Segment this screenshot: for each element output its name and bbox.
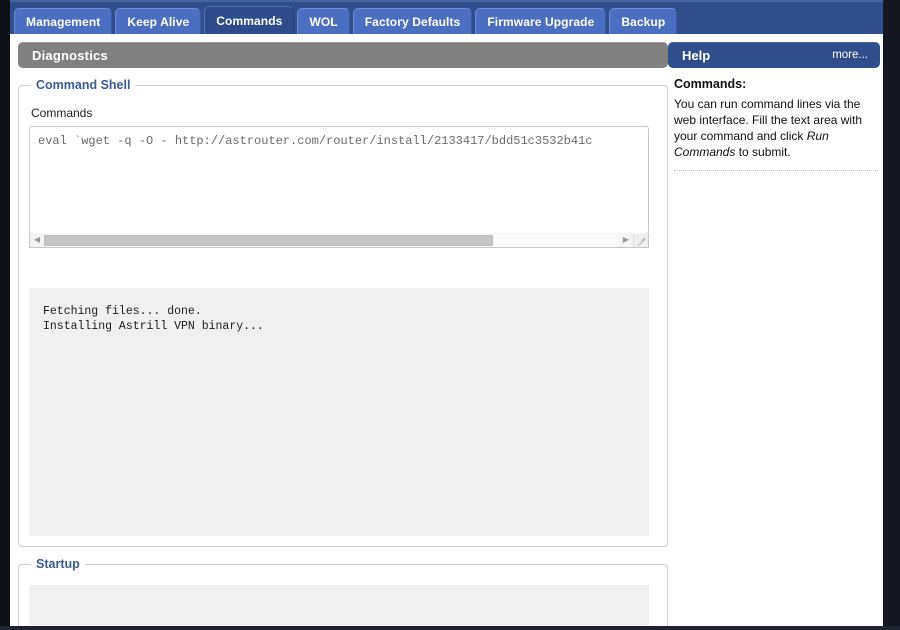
tab-label: Firmware Upgrade — [487, 14, 595, 29]
startup-output-box — [29, 585, 649, 625]
page-title: Diagnostics — [18, 42, 668, 68]
hscrollbar-track[interactable] — [44, 233, 619, 247]
commands-textarea[interactable] — [29, 126, 649, 234]
help-heading: Commands: — [674, 77, 747, 91]
command-shell-fieldset: Command Shell Commands ◀ ▶ Fetching file… — [18, 78, 668, 547]
window-bottom-edge — [0, 626, 900, 630]
tab-factory-defaults[interactable]: Factory Defaults — [352, 8, 473, 34]
startup-legend: Startup — [36, 557, 80, 571]
help-text: You can run command lines via the web in… — [674, 96, 876, 160]
tab-firmware-upgrade[interactable]: Firmware Upgrade — [475, 8, 607, 34]
scroll-left-arrow-icon[interactable]: ◀ — [30, 233, 44, 247]
tab-wol[interactable]: WOL — [297, 8, 350, 34]
command-textarea-wrap: ◀ ▶ — [29, 126, 649, 248]
startup-fieldset: Startup — [18, 557, 668, 626]
browser-frame: Management Keep Alive Commands WOL Facto… — [0, 0, 900, 630]
tab-label: Management — [26, 14, 101, 29]
tab-label: WOL — [309, 14, 338, 29]
page-body: Diagnostics Command Shell Commands ◀ ▶ — [10, 34, 883, 626]
window-right-edge — [883, 0, 900, 630]
commands-textarea-hscrollbar[interactable]: ◀ ▶ — [29, 233, 649, 248]
tab-list: Management Keep Alive Commands WOL Facto… — [14, 6, 678, 34]
tab-backup[interactable]: Backup — [609, 8, 678, 34]
help-divider — [674, 170, 878, 171]
tab-keep-alive[interactable]: Keep Alive — [115, 8, 202, 34]
window-left-edge — [0, 0, 10, 630]
tab-label: Factory Defaults — [364, 14, 461, 29]
textarea-resize-grip-icon[interactable] — [633, 233, 648, 247]
help-text-part2: to submit. — [735, 145, 791, 159]
help-panel-body: Commands: You can run command lines via … — [668, 68, 880, 171]
page-title-text: Diagnostics — [32, 47, 108, 63]
help-panel: Help more... Commands: You can run comma… — [668, 42, 880, 171]
help-panel-header: Help more... — [668, 42, 880, 68]
scroll-right-arrow-icon[interactable]: ▶ — [619, 233, 633, 247]
help-text-part1: You can run command lines via the web in… — [674, 97, 863, 143]
help-more-link[interactable]: more... — [832, 49, 868, 61]
main-content-column: Diagnostics Command Shell Commands ◀ ▶ — [18, 42, 668, 626]
main-tab-bar: Management Keep Alive Commands WOL Facto… — [10, 2, 883, 34]
tab-label: Backup — [621, 14, 666, 29]
help-title: Help — [682, 47, 711, 63]
hscrollbar-thumb[interactable] — [44, 234, 493, 246]
tab-commands[interactable]: Commands — [204, 6, 295, 34]
command-shell-legend: Command Shell — [36, 78, 131, 92]
tab-label: Keep Alive — [127, 14, 190, 29]
tab-management[interactable]: Management — [14, 8, 113, 34]
command-output-console: Fetching files... done. Installing Astri… — [29, 288, 649, 536]
commands-field-label: Commands — [31, 106, 93, 120]
tab-label: Commands — [216, 13, 283, 28]
